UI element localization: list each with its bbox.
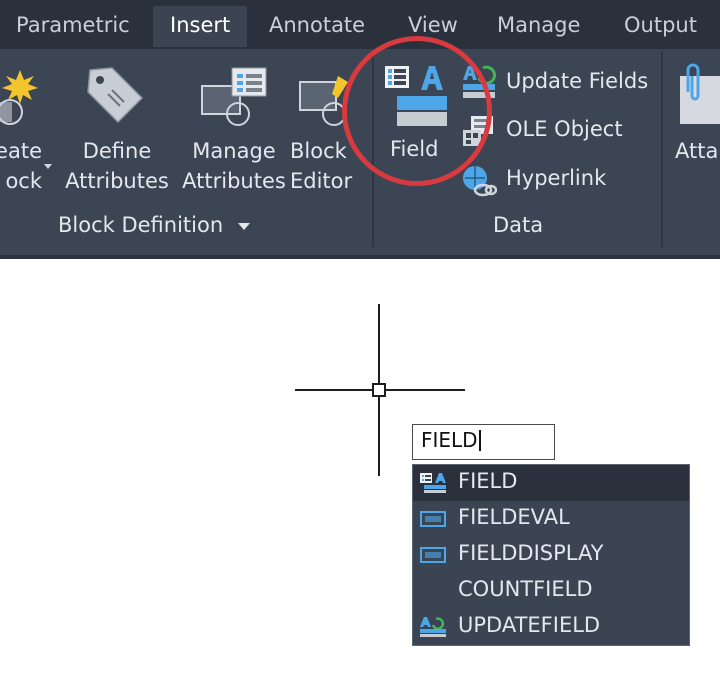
attach-label: Atta [675, 139, 719, 163]
highlight-circle [342, 36, 492, 186]
panel-separator [661, 52, 663, 247]
manage-attributes-label-2: Attributes [182, 169, 286, 193]
autocomplete-list: FIELD FIELDEVAL FIELDDISPLAY COUNTFIELD … [412, 464, 690, 646]
define-attributes-label-1: Define [82, 139, 152, 163]
field-box-icon [420, 547, 446, 563]
tab-manage[interactable]: Manage [497, 13, 580, 37]
ole-object-label: OLE Object [506, 117, 623, 141]
autocomplete-label: FIELD [458, 469, 518, 493]
create-block-label-1: eate [0, 139, 42, 163]
chevron-down-icon [44, 164, 52, 169]
ribbon-bottom-edge [0, 255, 720, 259]
tab-insert[interactable]: Insert [153, 6, 248, 47]
chevron-down-icon [238, 223, 250, 230]
crosshair-pickbox [372, 383, 386, 397]
autocomplete-item-countfield[interactable]: COUNTFIELD [413, 573, 689, 609]
autocomplete-label: UPDATEFIELD [458, 613, 601, 637]
paperclip-icon [680, 63, 720, 124]
autocomplete-item-fielddisplay[interactable]: FIELDDISPLAY [413, 537, 689, 573]
tag-icon [87, 67, 144, 124]
command-input[interactable]: FIELD [412, 424, 555, 460]
tab-annotate[interactable]: Annotate [269, 13, 365, 37]
hyperlink-label: Hyperlink [506, 166, 607, 190]
command-input-text: FIELD [421, 428, 478, 452]
autocomplete-item-updatefield[interactable]: UPDATEFIELD [413, 609, 689, 645]
update-fields-label: Update Fields [506, 69, 649, 93]
autocomplete-label: FIELDDISPLAY [458, 541, 604, 565]
text-caret [478, 430, 481, 451]
data-panel-title[interactable]: Data [493, 213, 543, 237]
tab-output[interactable]: Output [624, 13, 697, 37]
block-editor-label-2: Editor [290, 169, 353, 193]
tab-parametric[interactable]: Parametric [16, 13, 130, 37]
ribbon-tab-bar: Parametric Insert Annotate View Manage O… [0, 0, 720, 49]
autocomplete-label: FIELDEVAL [458, 505, 570, 529]
autocomplete-item-field[interactable]: FIELD [413, 465, 689, 501]
create-block-icon [0, 70, 38, 125]
block-definition-title: Block Definition [58, 213, 224, 237]
manage-attributes-label-1: Manage [192, 139, 276, 163]
tab-view[interactable]: View [408, 13, 458, 37]
autocomplete-label: COUNTFIELD [458, 577, 593, 601]
field-icon [420, 473, 446, 493]
update-field-icon [420, 617, 446, 637]
manage-attributes-icon [201, 67, 267, 126]
define-attributes-label-2: Attributes [65, 169, 169, 193]
field-box-icon [420, 511, 446, 527]
create-block-label-2: ock [5, 169, 42, 193]
autocomplete-item-fieldeval[interactable]: FIELDEVAL [413, 501, 689, 537]
